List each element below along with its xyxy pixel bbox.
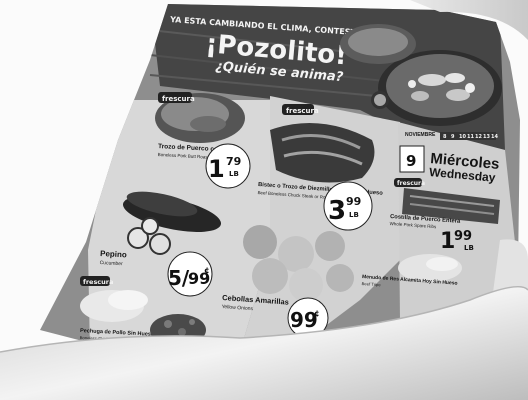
cucumber-name-es: Pepino [100, 249, 127, 259]
pork-butt-brand: frescura [158, 92, 195, 103]
cucumber-price-badge: 5/ 99 ¢ [167, 251, 213, 297]
calendar-day-4: 11 [467, 134, 474, 140]
pork-butt-price-badge: 1 79 LB [205, 143, 251, 189]
chicken-brand: frescura [80, 276, 113, 286]
calendar-day-2: 9 [451, 134, 455, 140]
cucumber-name-en: Cucumber [99, 260, 123, 267]
svg-text:frescura: frescura [162, 95, 195, 103]
calendar-day-1: 8 [443, 134, 447, 140]
svg-text:frescura: frescura [397, 180, 425, 187]
calendar-day-6: 13 [483, 134, 490, 140]
onions-price-suffix: ¢ [314, 309, 320, 318]
pork-butt-unit: LB [229, 170, 239, 178]
calendar-day-7: 14 [491, 134, 498, 140]
beef-steak-unit: LB [349, 211, 359, 219]
wednesday-ribs-price-cents: 99 [454, 229, 472, 244]
beef-steak-brand: frescura [282, 104, 319, 115]
wednesday-ribs-brand: frescura [394, 178, 425, 187]
beef-steak-price-main: 3 [328, 196, 346, 226]
wednesday-ribs-unit: LB [464, 244, 474, 252]
beef-steak-price-cents: 99 [346, 195, 361, 208]
calendar-month: NOVIEMBRE [405, 132, 436, 138]
cucumber-price-suffix: ¢ [204, 266, 210, 275]
svg-text:frescura: frescura [83, 278, 113, 286]
flyer-photo-scene: YA ESTA CAMBIANDO EL CLIMA, CONTESTE... … [0, 0, 528, 400]
beef-steak-price-badge: 3 99 LB [323, 181, 373, 231]
calendar-day-5: 12 [475, 134, 482, 140]
calendar-highlight-day: 9 [406, 152, 416, 170]
pork-butt-price-main: 1 [208, 155, 225, 183]
svg-text:frescura: frescura [286, 107, 319, 115]
cucumber-price-main: 5/ [168, 266, 190, 290]
calendar-day-3: 10 [459, 134, 466, 140]
pork-butt-price-cents: 79 [226, 155, 241, 168]
